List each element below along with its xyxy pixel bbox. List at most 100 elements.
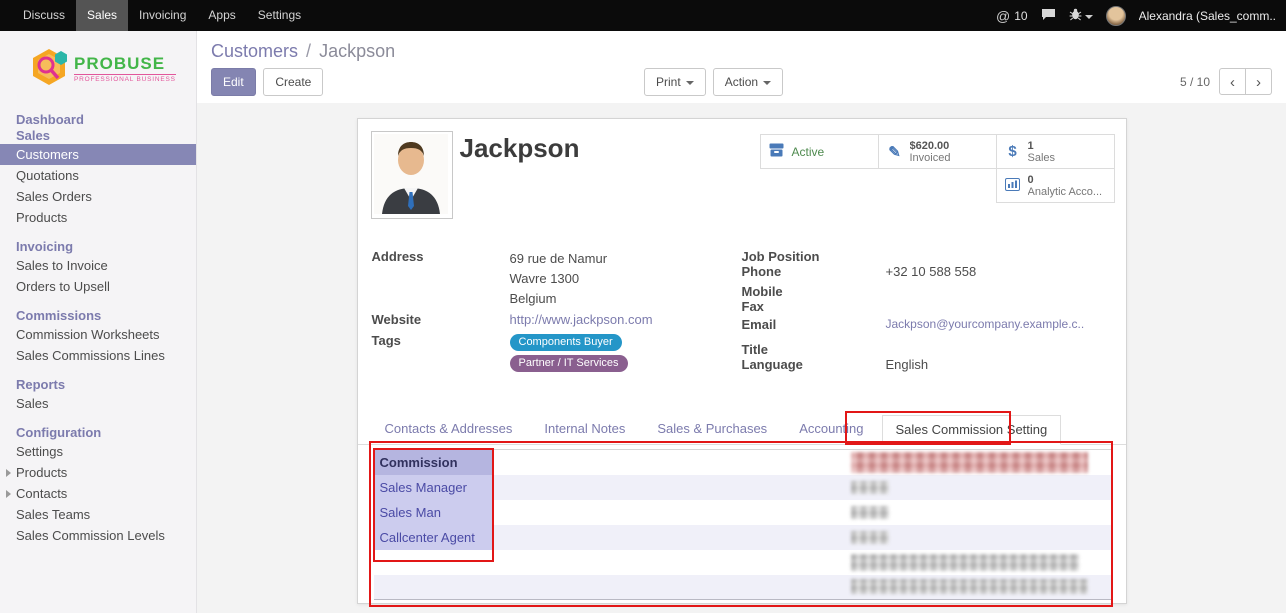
sidebar-item-commissions-root[interactable]: Commissions bbox=[0, 308, 196, 324]
sidebar-item-reports-sales[interactable]: Sales bbox=[0, 393, 196, 414]
email-label: Email bbox=[742, 317, 886, 332]
sidebar-item-reports-root[interactable]: Reports bbox=[0, 377, 196, 393]
email-link[interactable]: Jackpson@yourcompany.example.c.. bbox=[886, 317, 1085, 332]
tag-partner-it-services[interactable]: Partner / IT Services bbox=[510, 355, 628, 372]
record-pager: 5 / 10 ‹ › bbox=[1180, 68, 1272, 95]
tag-components-buyer[interactable]: Components Buyer bbox=[510, 334, 622, 351]
table-row-sales-man[interactable]: Sales Man bbox=[374, 500, 1112, 525]
pager-buttons: ‹ › bbox=[1219, 68, 1272, 95]
action-dropdown-button[interactable]: Action bbox=[713, 68, 783, 96]
language-value[interactable]: English bbox=[886, 357, 929, 372]
pager-next-button[interactable]: › bbox=[1245, 68, 1272, 95]
fields-right-column: Job Position Phone +32 10 588 558 Mobile… bbox=[742, 249, 1116, 372]
sidebar-item-sales-to-invoice[interactable]: Sales to Invoice bbox=[0, 255, 196, 276]
sidebar-item-products[interactable]: Products bbox=[0, 207, 196, 228]
debug-menu[interactable] bbox=[1069, 8, 1093, 24]
mentions-counter[interactable]: 10 bbox=[996, 8, 1028, 24]
top-navbar: Discuss Sales Invoicing Apps Settings 10… bbox=[0, 0, 1286, 31]
website-field-row: Website http://www.jackpson.com bbox=[372, 312, 737, 327]
sidebar-item-sales-root[interactable]: Sales bbox=[0, 128, 196, 144]
tab-internal-notes[interactable]: Internal Notes bbox=[530, 414, 639, 444]
app-logo: PROBUSE PROFESSIONAL BUSINESS bbox=[0, 31, 196, 98]
sidebar-item-sales-orders[interactable]: Sales Orders bbox=[0, 186, 196, 207]
stat-buttons: Active ✎ $620.00 Invoiced $ 1 Sales bbox=[753, 134, 1115, 202]
create-button[interactable]: Create bbox=[263, 68, 323, 96]
sidebar-item-config-contacts[interactable]: Contacts bbox=[0, 483, 196, 504]
sidebar-item-commission-worksheets[interactable]: Commission Worksheets bbox=[0, 324, 196, 345]
address-street: 69 rue de Namur bbox=[510, 249, 608, 269]
chat-icon[interactable] bbox=[1041, 8, 1056, 24]
tab-contacts-addresses[interactable]: Contacts & Addresses bbox=[371, 414, 527, 444]
tab-accounting[interactable]: Accounting bbox=[785, 414, 877, 444]
sidebar-item-settings[interactable]: Settings bbox=[0, 441, 196, 462]
active-stat-button[interactable]: Active bbox=[760, 134, 879, 169]
customer-photo[interactable] bbox=[371, 131, 453, 219]
logo-text: PROBUSE PROFESSIONAL BUSINESS bbox=[74, 56, 176, 83]
caret-down-icon bbox=[1085, 15, 1093, 19]
fax-label: Fax bbox=[742, 299, 886, 314]
invoiced-value: $620.00 bbox=[910, 140, 951, 152]
commission-level-cell: Sales Man bbox=[374, 500, 494, 525]
sidebar-item-customers[interactable]: Customers bbox=[0, 144, 196, 165]
address-city: Wavre 1300 bbox=[510, 269, 608, 289]
redacted-blur-header bbox=[851, 452, 1088, 473]
invoiced-stat-button[interactable]: ✎ $620.00 Invoiced bbox=[878, 134, 997, 169]
address-country: Belgium bbox=[510, 289, 608, 309]
caret-down-icon bbox=[763, 81, 771, 85]
user-avatar[interactable] bbox=[1106, 6, 1126, 26]
sidebar-item-config-products[interactable]: Products bbox=[0, 462, 196, 483]
menu-settings[interactable]: Settings bbox=[247, 0, 312, 31]
bug-icon bbox=[1069, 8, 1082, 24]
job-position-field-row: Job Position bbox=[742, 249, 1116, 264]
redacted-blur-cell bbox=[851, 531, 889, 544]
sales-stat-button[interactable]: $ 1 Sales bbox=[996, 134, 1115, 169]
table-row-callcenter-agent[interactable]: Callcenter Agent bbox=[374, 525, 1112, 550]
website-link[interactable]: http://www.jackpson.com bbox=[510, 312, 653, 327]
edit-button[interactable]: Edit bbox=[211, 68, 256, 96]
sidebar-item-orders-to-upsell[interactable]: Orders to Upsell bbox=[0, 276, 196, 297]
title-field-row: Title bbox=[742, 342, 1116, 357]
sidebar-item-sales-commissions-lines[interactable]: Sales Commissions Lines bbox=[0, 345, 196, 366]
customer-photo-image bbox=[374, 134, 448, 214]
main-area: Customers / Jackpson Edit Create Print A… bbox=[197, 31, 1286, 613]
app-menu: Discuss Sales Invoicing Apps Settings bbox=[12, 0, 312, 31]
sidebar-item-sales-teams[interactable]: Sales Teams bbox=[0, 504, 196, 525]
commission-level-column-header[interactable]: Commission Level bbox=[374, 450, 494, 475]
sidebar-item-quotations[interactable]: Quotations bbox=[0, 165, 196, 186]
tab-sales-commission-setting[interactable]: Sales Commission Setting bbox=[882, 415, 1062, 445]
sidebar-item-invoicing-root[interactable]: Invoicing bbox=[0, 239, 196, 255]
menu-apps[interactable]: Apps bbox=[197, 0, 246, 31]
redacted-blur-cell bbox=[851, 481, 889, 494]
print-dropdown-button[interactable]: Print bbox=[644, 68, 706, 96]
active-status-label: Active bbox=[792, 145, 825, 159]
pager-previous-button[interactable]: ‹ bbox=[1219, 68, 1246, 95]
sidebar-item-sales-commission-levels[interactable]: Sales Commission Levels bbox=[0, 525, 196, 546]
menu-invoicing[interactable]: Invoicing bbox=[128, 0, 197, 31]
pencil-icon: ✎ bbox=[886, 143, 904, 161]
sidebar-item-label: Products bbox=[16, 465, 67, 480]
breadcrumb-customers[interactable]: Customers bbox=[211, 41, 298, 61]
phone-value[interactable]: +32 10 588 558 bbox=[886, 264, 977, 279]
mobile-label: Mobile bbox=[742, 284, 886, 299]
table-row-sales-manager[interactable]: Sales Manager bbox=[374, 475, 1112, 500]
breadcrumb-current: Jackpson bbox=[319, 41, 395, 61]
analytic-stat-button[interactable]: 0 Analytic Acco... bbox=[996, 168, 1115, 203]
analytic-count-value: 0 bbox=[1028, 174, 1103, 186]
menu-sales[interactable]: Sales bbox=[76, 0, 128, 31]
archive-toggle-icon bbox=[768, 143, 786, 160]
tags-field-row: Tags Components Buyer Partner / IT Servi… bbox=[372, 333, 737, 375]
address-label: Address bbox=[372, 249, 510, 309]
menu-discuss[interactable]: Discuss bbox=[12, 0, 76, 31]
sidebar-item-configuration-root[interactable]: Configuration bbox=[0, 425, 196, 441]
user-name[interactable]: Alexandra (Sales_comm.. bbox=[1139, 9, 1276, 23]
address-field-row: Address 69 rue de Namur Wavre 1300 Belgi… bbox=[372, 249, 737, 309]
job-position-label: Job Position bbox=[742, 249, 886, 264]
pager-value: 5 / 10 bbox=[1180, 75, 1210, 89]
fax-field-row: Fax bbox=[742, 299, 1116, 314]
language-field-row: Language English bbox=[742, 357, 1116, 372]
tab-sales-purchases[interactable]: Sales & Purchases bbox=[643, 414, 781, 444]
logo-name: PROBUSE bbox=[74, 56, 176, 72]
commission-level-table: Commission Level Sales Manager Sales Man… bbox=[374, 449, 1112, 599]
sidebar-item-dashboard[interactable]: Dashboard bbox=[0, 112, 196, 128]
address-value[interactable]: 69 rue de Namur Wavre 1300 Belgium bbox=[510, 249, 608, 309]
